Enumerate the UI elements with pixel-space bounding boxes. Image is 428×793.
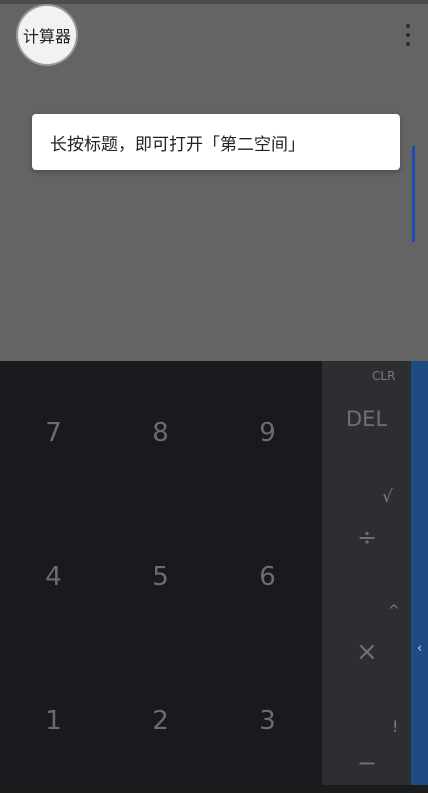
operator-column: CLR DEL √ ÷ ^ × ! −: [322, 361, 411, 785]
key-7[interactable]: 7: [0, 361, 107, 505]
delete-button[interactable]: DEL: [346, 407, 387, 431]
menu-dot: [406, 33, 410, 37]
key-9[interactable]: 9: [214, 361, 321, 505]
chevron-left-icon: ‹: [417, 641, 423, 656]
display-cursor: [412, 146, 415, 242]
menu-dot: [406, 24, 410, 28]
second-space-tip: 长按标题，即可打开「第二空间」: [32, 114, 400, 170]
key-4[interactable]: 4: [0, 505, 107, 649]
key-2[interactable]: 2: [107, 649, 214, 793]
sqrt-button[interactable]: √: [382, 487, 393, 507]
power-button[interactable]: ^: [388, 603, 400, 619]
number-keypad: 7 8 9 4 5 6 1 2 3: [0, 361, 322, 785]
key-1[interactable]: 1: [0, 649, 107, 793]
tip-text: 长按标题，即可打开「第二空间」: [50, 134, 305, 155]
menu-dot: [406, 42, 410, 46]
app-title-button[interactable]: 计算器: [18, 6, 76, 64]
divide-button[interactable]: ÷: [357, 523, 377, 551]
key-8[interactable]: 8: [107, 361, 214, 505]
clear-button[interactable]: CLR: [372, 369, 395, 383]
key-6[interactable]: 6: [214, 505, 321, 649]
key-5[interactable]: 5: [107, 505, 214, 649]
overflow-menu-icon[interactable]: [398, 24, 418, 46]
app-title-label: 计算器: [22, 27, 71, 46]
factorial-button[interactable]: !: [392, 717, 398, 736]
key-3[interactable]: 3: [214, 649, 321, 793]
advanced-panel-handle[interactable]: ‹: [411, 361, 428, 785]
minus-button[interactable]: −: [357, 749, 377, 777]
multiply-button[interactable]: ×: [356, 637, 378, 667]
